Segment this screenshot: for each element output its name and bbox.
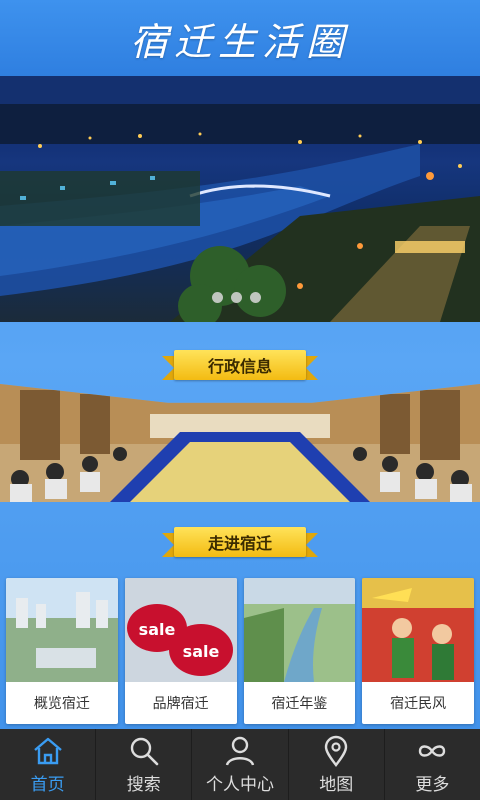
card-yearbook[interactable]: 宿迁年鉴 xyxy=(243,578,356,724)
card-label: 宿迁年鉴 xyxy=(271,696,328,712)
canal-photo xyxy=(243,578,356,682)
intro-label: 走进宿迁 xyxy=(174,527,306,557)
app-header: 宿迁生活圈 xyxy=(0,0,480,76)
tab-search[interactable]: 搜索 xyxy=(96,729,193,800)
card-overview[interactable]: 概览宿迁 xyxy=(6,578,118,724)
carousel-dot[interactable] xyxy=(231,292,242,303)
banner-carousel[interactable] xyxy=(0,76,480,322)
ribbon-tail-left xyxy=(162,533,174,557)
meeting-photo[interactable] xyxy=(0,384,480,502)
map-pin-icon xyxy=(325,735,348,767)
bottom-tab-bar: 首页 搜索 个人中心 地图 更多 xyxy=(0,729,480,800)
tab-home[interactable]: 首页 xyxy=(0,729,97,800)
card-label: 概览宿迁 xyxy=(33,696,90,712)
carousel-dot[interactable] xyxy=(212,292,223,303)
tab-label: 个人中心 xyxy=(206,775,274,795)
tab-label: 搜索 xyxy=(126,775,161,795)
card-label: 品牌宿迁 xyxy=(152,696,209,712)
card-brand[interactable]: sale sale 品牌宿迁 xyxy=(124,578,237,724)
more-icon xyxy=(419,745,446,757)
carousel-dot[interactable] xyxy=(250,292,261,303)
night-city-photo xyxy=(0,76,480,322)
card-label: 宿迁民风 xyxy=(390,696,447,712)
tab-profile[interactable]: 个人中心 xyxy=(192,729,289,800)
home-icon xyxy=(33,737,62,765)
city-photo xyxy=(6,578,118,682)
folk-performance-photo xyxy=(362,578,474,682)
ribbon-tail-left xyxy=(162,356,174,380)
meeting-room-image xyxy=(0,384,480,502)
tab-more[interactable]: 更多 xyxy=(385,729,480,800)
tab-label: 更多 xyxy=(415,775,450,795)
ribbon-tail-right xyxy=(306,356,318,380)
admin-info-label: 行政信息 xyxy=(174,350,306,380)
intro-heading[interactable]: 走进宿迁 xyxy=(162,527,318,559)
ribbon-tail-right xyxy=(306,533,318,557)
sale-tags-photo: sale sale xyxy=(124,578,237,682)
carousel-indicator[interactable] xyxy=(212,292,261,303)
tab-map[interactable]: 地图 xyxy=(289,729,385,800)
feature-cards: 概览宿迁 sale sale 品牌宿迁 宿迁年鉴 宿迁民风 xyxy=(6,578,474,724)
admin-info-heading[interactable]: 行政信息 xyxy=(162,350,318,382)
card-folk[interactable]: 宿迁民风 xyxy=(362,578,474,724)
svg-text:sale: sale xyxy=(138,620,175,639)
svg-text:sale: sale xyxy=(182,642,219,661)
tab-label: 首页 xyxy=(30,775,65,795)
search-icon xyxy=(130,737,159,766)
app-title: 宿迁生活圈 xyxy=(129,19,350,64)
user-icon xyxy=(225,736,255,766)
tab-label: 地图 xyxy=(319,775,354,795)
